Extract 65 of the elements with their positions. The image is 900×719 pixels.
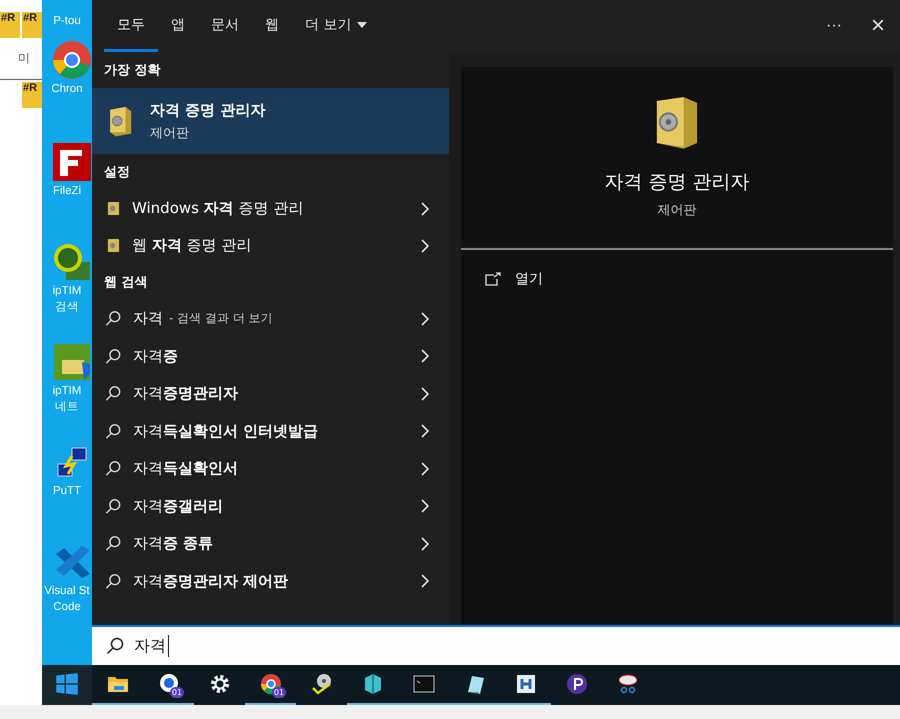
chevron-right-icon [421,574,429,588]
search-icon [105,422,121,440]
result-item[interactable]: 자격득실확인서 인터넷발급 [92,412,449,450]
chrome-icon[interactable] [52,40,92,80]
result-item[interactable]: 웹 자격 증명 관리 [92,227,449,264]
magnifier-badge-icon[interactable] [52,242,92,282]
best-match-item[interactable]: 자격 증명 관리자 제어판 [92,88,449,154]
result-item[interactable]: 자격 - 검색 결과 더 보기 [92,300,449,338]
chevron-right-icon [421,349,429,364]
filter-tab[interactable]: 앱 [158,0,198,52]
search-icon [105,498,121,515]
windows-logo-icon [55,672,79,696]
result-title: 자격 증명 관리자 [150,100,266,120]
section-heading: 웹 검색 [103,274,149,292]
section-heading: 설정 [103,164,131,182]
chevron-right-icon [421,536,429,551]
caret-icon [357,22,368,28]
filter-tab[interactable]: 더 보기 [292,0,380,52]
chevron-right-icon [421,424,429,438]
section-heading: 가장 정확 [103,62,162,80]
preview-title: 자격 증명 관리자 [604,170,750,195]
safe-icon [107,238,120,253]
preview-subtitle: 제어판 [658,202,696,219]
close-button[interactable]: × [856,0,900,52]
open-external-icon [485,272,501,286]
search-icon [106,637,124,655]
window-label: 미 [18,50,31,67]
result-item[interactable]: 자격증갤러리 [92,488,449,525]
search-icon [105,310,121,328]
chevron-right-icon [421,202,429,216]
nas-icon[interactable] [52,342,92,382]
filter-tab[interactable]: 웹 [252,0,292,52]
tag: #R [22,82,42,108]
search-field[interactable]: 자격 [92,625,900,665]
chevron-right-icon [421,312,429,326]
filter-tab[interactable]: 모두 [104,0,158,52]
result-item[interactable]: 자격득실확인서 [92,450,449,488]
filter-tab[interactable]: 문서 [198,0,252,52]
start-button[interactable] [42,665,92,705]
result-subtitle: 제어판 [150,124,190,142]
search-icon [105,572,121,590]
more-button[interactable]: ··· [812,0,856,52]
chevron-right-icon [421,499,429,514]
result-item[interactable]: 자격증명관리자 [92,375,449,412]
search-icon [105,348,121,365]
taskbar-app[interactable]: 01 [143,665,194,705]
result-item[interactable]: 자격증 [92,338,449,375]
chevron-right-icon [421,386,429,401]
chevron-right-icon [421,462,429,476]
filezilla-icon[interactable] [52,142,92,182]
tag: #R [0,12,20,38]
safe-icon [107,201,120,216]
disc-check-icon [310,672,334,696]
open-action[interactable]: 열기 [461,250,567,308]
safe-icon [655,95,699,149]
result-item[interactable]: 자격증명관리자 제어판 [92,562,449,600]
search-icon [105,535,121,552]
search-icon [105,460,121,478]
taskbar-app[interactable]: 01 [245,665,296,705]
tag: #R [22,12,42,38]
chevron-right-icon [421,238,429,252]
p-letter-icon [564,672,588,696]
search-icon [105,385,121,402]
result-item[interactable]: 자격증 종류 [92,525,449,562]
result-item[interactable]: Windows 자격 증명 관리 [92,190,449,227]
